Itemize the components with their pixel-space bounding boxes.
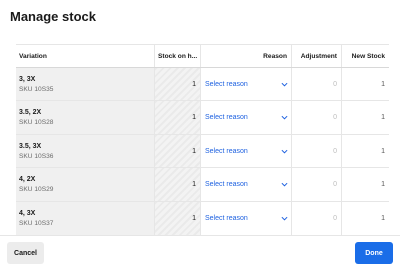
header-variation: Variation <box>19 52 47 60</box>
table-row: 3, 3X SKU 10S35 1 Select reason 0 1 <box>16 68 389 101</box>
stock-on-hand-cell: 1 <box>154 135 200 167</box>
stock-on-hand-value: 1 <box>192 80 196 88</box>
reason-select-label: Select reason <box>205 215 248 222</box>
new-stock-cell: 1 <box>341 68 389 100</box>
manage-stock-modal: Manage stock Variation Stock on h... Rea… <box>0 0 400 270</box>
chevron-down-icon <box>281 182 288 187</box>
reason-select-label: Select reason <box>205 80 248 88</box>
variation-cell: 4, 2X SKU 10S29 <box>16 168 154 201</box>
adjustment-input[interactable]: 0 <box>333 181 337 188</box>
new-stock-value: 1 <box>381 215 385 222</box>
header-new-stock: New Stock <box>341 45 389 67</box>
reason-cell: Select reason <box>200 168 291 201</box>
modal-title: Manage stock <box>10 9 96 24</box>
chevron-down-icon <box>281 82 288 87</box>
variation-sku: SKU 10S35 <box>19 85 54 93</box>
variation-sku: SKU 10S36 <box>19 152 54 160</box>
adjustment-cell[interactable]: 0 <box>291 135 341 167</box>
reason-select-label: Select reason <box>205 114 248 121</box>
header-adjustment: Adjustment <box>291 45 341 67</box>
table-header: Variation Stock on h... Reason Adjustmen… <box>16 45 389 68</box>
variation-cell: 3.5, 2X SKU 10S28 <box>16 101 154 134</box>
stock-on-hand-value: 1 <box>192 114 196 121</box>
adjustment-input[interactable]: 0 <box>333 114 337 121</box>
adjustment-input[interactable]: 0 <box>333 148 337 155</box>
reason-select[interactable]: Select reason <box>205 181 291 188</box>
adjustment-cell[interactable]: 0 <box>291 101 341 134</box>
done-button[interactable]: Done <box>355 242 393 264</box>
variation-cell: 3, 3X SKU 10S35 <box>16 68 154 100</box>
reason-select[interactable]: Select reason <box>205 81 291 88</box>
variation-cell: 3.5, 3X SKU 10S36 <box>16 135 154 167</box>
table-row: 3.5, 3X SKU 10S36 1 Select reason 0 1 <box>16 135 389 168</box>
new-stock-cell: 1 <box>341 135 389 167</box>
adjustment-input[interactable]: 0 <box>333 215 337 222</box>
new-stock-value: 1 <box>381 80 385 88</box>
new-stock-value: 1 <box>381 147 385 155</box>
variation-name: 3, 3X <box>19 75 36 83</box>
stock-on-hand-cell: 1 <box>154 101 200 134</box>
chevron-down-icon <box>281 115 288 120</box>
adjustment-input[interactable]: 0 <box>333 81 337 88</box>
new-stock-cell: 1 <box>341 202 389 235</box>
reason-cell: Select reason <box>200 101 291 134</box>
variation-name: 3.5, 3X <box>19 142 42 150</box>
stock-on-hand-value: 1 <box>192 215 196 222</box>
header-reason: Reason <box>200 45 291 67</box>
stock-on-hand-value: 1 <box>192 181 196 188</box>
reason-cell: Select reason <box>200 202 291 235</box>
new-stock-value: 1 <box>381 181 385 188</box>
adjustment-cell[interactable]: 0 <box>291 168 341 201</box>
variation-sku: SKU 10S37 <box>19 220 54 227</box>
variation-name: 3.5, 2X <box>19 109 42 116</box>
variation-sku: SKU 10S29 <box>19 186 54 193</box>
variation-sku: SKU 10S28 <box>19 119 54 126</box>
reason-cell: Select reason <box>200 135 291 167</box>
table-row: 4, 3X SKU 10S37 1 Select reason 0 1 <box>16 202 389 235</box>
stock-table: Variation Stock on h... Reason Adjustmen… <box>16 44 389 235</box>
cancel-button[interactable]: Cancel <box>7 242 44 264</box>
stock-on-hand-value: 1 <box>192 147 196 155</box>
reason-select[interactable]: Select reason <box>205 114 291 121</box>
adjustment-cell[interactable]: 0 <box>291 202 341 235</box>
reason-select[interactable]: Select reason <box>205 148 291 155</box>
reason-select-label: Select reason <box>205 181 248 188</box>
table-row: 3.5, 2X SKU 10S28 1 Select reason 0 1 <box>16 101 389 135</box>
chevron-down-icon <box>281 216 288 221</box>
new-stock-cell: 1 <box>341 101 389 134</box>
reason-select-label: Select reason <box>205 147 248 155</box>
variation-cell: 4, 3X SKU 10S37 <box>16 202 154 235</box>
stock-on-hand-cell: 1 <box>154 168 200 201</box>
adjustment-cell[interactable]: 0 <box>291 68 341 100</box>
new-stock-value: 1 <box>381 114 385 121</box>
variation-name: 4, 2X <box>19 176 36 183</box>
chevron-down-icon <box>281 149 288 154</box>
reason-select[interactable]: Select reason <box>205 215 291 222</box>
footer-divider <box>0 235 400 236</box>
table-row: 4, 2X SKU 10S29 1 Select reason 0 1 <box>16 168 389 202</box>
stock-on-hand-cell: 1 <box>154 202 200 235</box>
variation-name: 4, 3X <box>19 210 36 217</box>
header-stock-on-hand: Stock on h... <box>154 45 200 67</box>
new-stock-cell: 1 <box>341 168 389 201</box>
stock-on-hand-cell: 1 <box>154 68 200 100</box>
reason-cell: Select reason <box>200 68 291 100</box>
